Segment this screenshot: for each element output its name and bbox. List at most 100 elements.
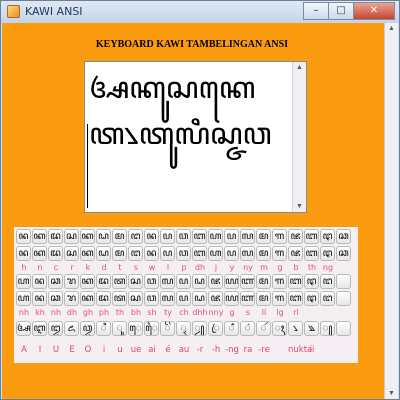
keyboard-key[interactable]: ꦱ [128, 274, 143, 289]
keyboard-key[interactable]: ꦤ [16, 229, 31, 244]
keyboard-key[interactable]: ꦒ [272, 274, 287, 289]
keyboard-key[interactable]: ꦱ [64, 246, 79, 261]
keyboard-key[interactable]: ꦝ [192, 274, 207, 289]
keyboard-key[interactable]: ꦥ [176, 291, 191, 306]
keyboard-key[interactable]: ꦩ [256, 274, 271, 289]
keyboard-key[interactable]: ꦢ [96, 274, 111, 289]
scroll-up-arrow-icon[interactable]: ▲ [388, 25, 395, 32]
keyboard-key[interactable]: ꦥ [160, 246, 175, 261]
keyboard-key[interactable]: ꦝ [96, 229, 111, 244]
keyboard-key[interactable]: ꦤ [16, 246, 31, 261]
keyboard-key[interactable]: ꦮ [144, 291, 159, 306]
keyboard-key[interactable]: ꦫ [64, 291, 79, 306]
keyboard-key[interactable]: ꦔ [128, 246, 143, 261]
keyboard-key[interactable]: ꦱ [64, 229, 79, 244]
keyboard-key[interactable]: ꦭ [160, 291, 175, 306]
keyboard-key[interactable]: ꦀ [224, 321, 239, 336]
editor-content[interactable]: ꦄꦏꦸꦱꦏꦺꦠ꧈ꦠꦸꦭꦶꦱ꧀ꦗꦮ [89, 66, 289, 158]
keyboard-key[interactable]: ꦁ [240, 321, 255, 336]
keyboard-key[interactable]: ꦩ [112, 246, 127, 261]
scroll-up-arrow-icon[interactable]: ▲ [296, 64, 303, 71]
keyboard-key[interactable]: ꦔ [128, 229, 143, 244]
keyboard-key[interactable]: ꦝ [192, 291, 207, 306]
keyboard-key[interactable]: ꦢ [48, 246, 63, 261]
editor-scrollbar[interactable]: ▲ ▼ [292, 62, 306, 212]
keyboard-key[interactable]: ꦗ [208, 291, 223, 306]
keyboard-key[interactable]: ꦧ [192, 246, 207, 261]
keyboard-key[interactable]: ꦪ [224, 291, 239, 306]
keyboard-key[interactable]: ꦤ [32, 274, 47, 289]
text-editor[interactable]: ꦄꦏꦸꦱꦏꦺꦠ꧈ꦠꦸꦭꦶꦱ꧀ꦗꦮ ▲ ▼ [84, 61, 307, 213]
keyboard-key[interactable]: ꦧ [288, 291, 303, 306]
keyboard-key[interactable]: ꧈ [288, 321, 303, 336]
keyboard-key[interactable]: ꦩ [112, 229, 127, 244]
keyboard-key[interactable]: ꦛ [304, 274, 319, 289]
keyboard-key[interactable]: ꦠ [112, 274, 127, 289]
keyboard-key[interactable]: ꦥ [176, 274, 191, 289]
keyboard-key[interactable]: ꦼ [160, 321, 175, 336]
keyboard-key[interactable]: ꦢ [48, 229, 63, 244]
keyboard-key[interactable]: ꦤ [144, 246, 159, 261]
keyboard-key[interactable]: ꦚ [240, 291, 255, 306]
keyboard-key[interactable]: ꦽ [176, 321, 191, 336]
keyboard-key[interactable]: ꦱ [128, 291, 143, 306]
scroll-down-arrow-icon[interactable]: ▼ [388, 390, 395, 397]
title-bar[interactable]: KAWI ANSI – □ ✕ [1, 1, 399, 23]
keyboard-key[interactable]: ꦧ [304, 246, 319, 261]
keyboard-key[interactable]: ꦏ [80, 291, 95, 306]
keyboard-key[interactable]: ꦒ [272, 229, 287, 244]
keyboard-key[interactable]: ꦠ [112, 291, 127, 306]
keyboard-key[interactable]: ꦗ [208, 274, 223, 289]
close-button[interactable]: ✕ [353, 2, 395, 20]
keyboard-key[interactable]: ꦔ [320, 291, 335, 306]
keyboard-key[interactable]: ꦭ [240, 246, 255, 261]
keyboard-key[interactable]: ꦃ [272, 321, 287, 336]
keyboard-key[interactable]: ꦭ [160, 274, 175, 289]
keyboard-key[interactable]: ꦲ [16, 274, 31, 289]
keyboard-key[interactable]: ꦩ [256, 229, 271, 244]
keyboard-key[interactable]: ꦌ [64, 321, 79, 336]
keyboard-key[interactable]: ꦛ [320, 229, 335, 244]
keyboard-key[interactable]: ꦚ [240, 274, 255, 289]
keyboard-key[interactable]: ꦮ [144, 274, 159, 289]
keyboard-key[interactable]: ꦏ [80, 274, 95, 289]
keyboard-key[interactable]: ꦪ [224, 274, 239, 289]
keyboard-key[interactable]: ꦔ [320, 274, 335, 289]
keyboard-key[interactable]: ꦕ [48, 291, 63, 306]
keyboard-key[interactable]: ꦕ [336, 229, 351, 244]
keyboard-key[interactable]: ꦻ [144, 321, 159, 336]
keyboard-key[interactable]: ꦺ [128, 321, 143, 336]
keyboard-key[interactable]: ꦧ [288, 274, 303, 289]
keyboard-key[interactable]: ꦥ [224, 246, 239, 261]
keyboard-key[interactable]: ꦶ [96, 321, 111, 336]
keyboard-key[interactable]: ꦮ [176, 246, 191, 261]
keyboard-key[interactable]: ꦧ [304, 229, 319, 244]
keyboard-key[interactable]: ꦤ [32, 291, 47, 306]
window-scrollbar[interactable]: ▲ ▼ [384, 23, 398, 399]
keyboard-key[interactable]: ꦂ [256, 321, 271, 336]
keyboard-key[interactable]: ꦗ [288, 246, 303, 261]
keyboard-key[interactable]: ꧀ [320, 321, 335, 336]
keyboard-key[interactable]: ꦏ [32, 246, 47, 261]
keyboard-key[interactable] [336, 274, 351, 289]
keyboard-key[interactable]: ꦛ [304, 291, 319, 306]
keyboard-key[interactable]: ꦎ [80, 321, 95, 336]
keyboard-key[interactable]: ꦏ [80, 246, 95, 261]
keyboard-key[interactable]: ꦗ [288, 229, 303, 244]
keyboard-key[interactable]: ꦒ [272, 291, 287, 306]
keyboard-key[interactable]: ꦢ [96, 291, 111, 306]
minimize-button[interactable]: – [303, 2, 329, 20]
keyboard-key[interactable]: ꧉ [304, 321, 319, 336]
keyboard-key[interactable]: ꦆ [32, 321, 47, 336]
keyboard-key[interactable]: ꦿ [208, 321, 223, 336]
keyboard-key[interactable]: ꦝ [96, 246, 111, 261]
keyboard-key[interactable]: ꦤ [144, 229, 159, 244]
keyboard-key[interactable]: ꦒ [272, 246, 287, 261]
keyboard-key[interactable]: ꦥ [224, 229, 239, 244]
keyboard-key[interactable]: ꦩ [256, 291, 271, 306]
keyboard-key[interactable]: ꦩ [256, 246, 271, 261]
keyboard-key[interactable]: ꦾ [192, 321, 207, 336]
keyboard-key[interactable]: ꦥ [160, 229, 175, 244]
keyboard-key[interactable] [336, 321, 351, 336]
keyboard-key[interactable]: ꦕ [336, 246, 351, 261]
